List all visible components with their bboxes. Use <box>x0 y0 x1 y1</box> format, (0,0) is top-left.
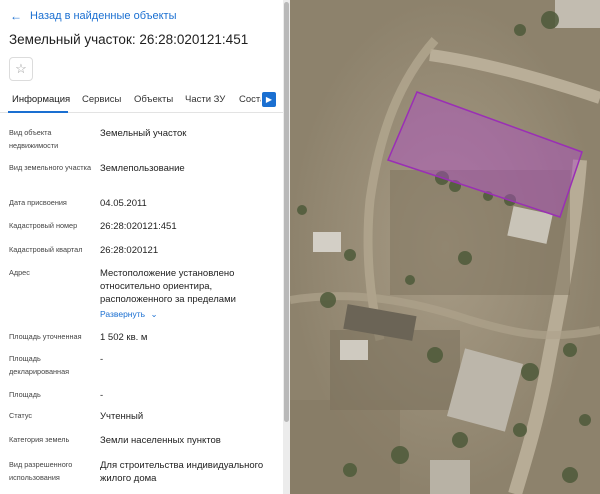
field-value: Учтенный <box>100 411 144 422</box>
expand-address-button[interactable]: Развернуть ⌄ <box>100 309 158 320</box>
field-label: Площадь декларированная <box>9 354 70 376</box>
field-value: Местоположение установлено относительно … <box>100 268 236 305</box>
field-label: Статус <box>9 411 33 420</box>
panel-scrollbar[interactable] <box>283 0 290 494</box>
tab-composition[interactable]: Соста <box>239 94 261 105</box>
arrow-left-icon: ← <box>10 9 22 23</box>
tabs-scroll-right-button[interactable]: ▶ <box>262 92 276 107</box>
favorite-button[interactable]: ☆ <box>9 57 33 81</box>
tab-services[interactable]: Сервисы <box>82 94 121 105</box>
field-label: Дата присвоения <box>9 198 67 207</box>
field-value: Земли населенных пунктов <box>100 435 221 446</box>
field-value: 04.05.2011 <box>100 198 147 209</box>
tab-bar: Информация Сервисы Объекты Части ЗУ Сост… <box>0 88 283 113</box>
back-link-label: Назад в найденные объекты <box>30 10 177 22</box>
tab-information[interactable]: Информация <box>12 94 70 105</box>
chevron-right-icon: ▶ <box>265 95 273 104</box>
field-value: 26:28:020121 <box>100 245 159 256</box>
chevron-down-icon: ⌄ <box>150 309 158 319</box>
field-value: 26:28:020121:451 <box>100 221 177 232</box>
back-link[interactable]: ← Назад в найденные объекты <box>10 9 177 23</box>
field-label: Адрес <box>9 268 30 277</box>
field-value: 1 502 кв. м <box>100 332 148 343</box>
tab-objects[interactable]: Объекты <box>134 94 173 105</box>
field-label: Вид объекта недвижимости <box>9 128 59 150</box>
field-value: - <box>100 390 104 401</box>
field-value: Земельный участок <box>100 128 187 139</box>
field-label: Категория земель <box>9 435 70 444</box>
star-outline-icon: ☆ <box>15 61 27 76</box>
field-value: - <box>100 354 104 365</box>
satellite-map[interactable] <box>290 0 600 494</box>
field-value: Для строительства индивидуального жилого… <box>100 460 264 484</box>
field-value: Землепользование <box>100 163 185 174</box>
field-label: Кадастровый номер <box>9 221 78 230</box>
tab-parts[interactable]: Части ЗУ <box>185 94 225 105</box>
field-label: Вид земельного участка <box>9 163 92 172</box>
expand-label: Развернуть <box>100 309 146 319</box>
scrollbar-thumb[interactable] <box>284 2 289 422</box>
info-panel: ← Назад в найденные объекты Земельный уч… <box>0 0 283 494</box>
page-title: Земельный участок: 26:28:020121:451 <box>9 32 249 47</box>
active-tab-indicator <box>8 111 68 113</box>
map-imagery <box>290 0 600 494</box>
field-label: Площадь уточненная <box>9 332 82 341</box>
field-label: Вид разрешенного использования <box>9 460 73 482</box>
field-label: Площадь <box>9 390 41 399</box>
field-label: Кадастровый квартал <box>9 245 83 254</box>
